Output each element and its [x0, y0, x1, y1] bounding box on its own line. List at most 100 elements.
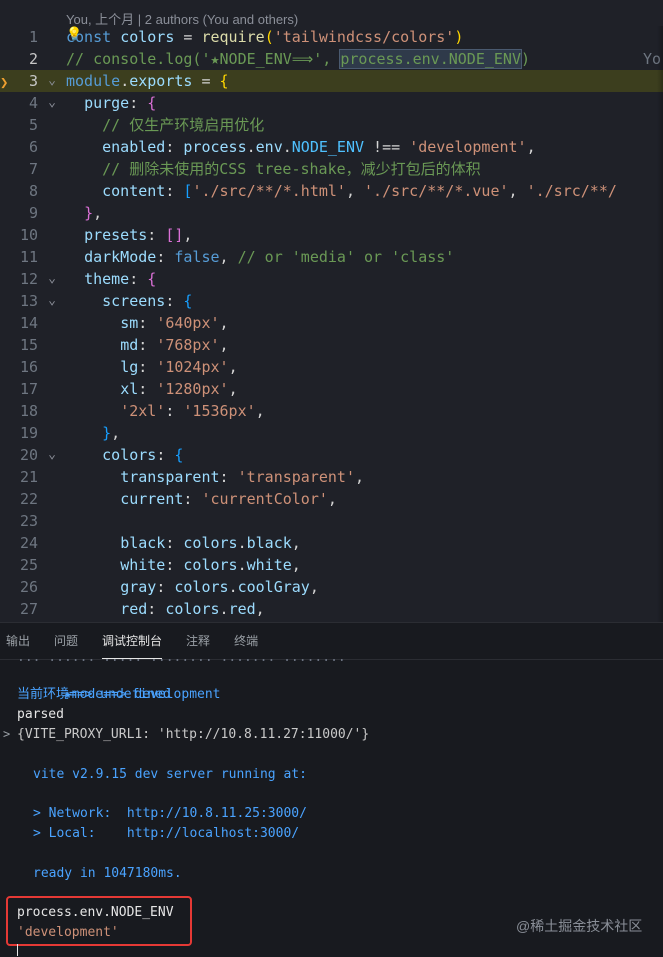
code-line[interactable]: 20 ⌄ colors: { [0, 444, 663, 466]
line-number: 11 [19, 248, 38, 266]
code-line[interactable]: 1 const colors = require('tailwindcss/col… [0, 26, 663, 48]
console-vite-line: vite v2.9.15 dev server running at: [33, 767, 307, 782]
code-text: screens: { [102, 292, 193, 310]
console-env-line: 当前环境==> undefined [17, 687, 171, 702]
code-text: }, [84, 204, 103, 222]
code-line[interactable]: 8 content: ['./src/**/*.html', './src/**… [0, 180, 663, 202]
panel-tab-3[interactable]: 注释 [186, 623, 210, 659]
code-line[interactable]: 4 ⌄ purge: { [0, 92, 663, 114]
code-line[interactable]: 22 current: 'currentColor', [0, 488, 663, 510]
line-number: 25 [19, 556, 38, 574]
line-number: 12 [19, 270, 38, 288]
code-editor[interactable]: You, 上个月 | 2 authors (You and others) 1c… [0, 0, 663, 622]
line-number: 15 [19, 336, 38, 354]
line-number: 22 [19, 490, 38, 508]
code-text: purge: { [84, 94, 157, 112]
code-text: md: '768px', [120, 336, 229, 354]
code-text: xl: '1280px', [120, 380, 238, 398]
code-text: colors: { [102, 446, 184, 464]
scroll-shadow [657, 26, 663, 622]
console-proxy-object[interactable]: {VITE_PROXY_URL1: 'http://10.8.11.27:110… [17, 725, 369, 745]
line-number: 27 [19, 600, 38, 618]
chevron-right-icon[interactable]: > [3, 727, 10, 741]
line-number: 10 [19, 226, 38, 244]
console-local-line[interactable]: > Local: http://localhost:3000/ [33, 824, 299, 844]
code-line[interactable]: 16 lg: '1024px', [0, 356, 663, 378]
line-number: 19 [19, 424, 38, 442]
console-mode-line: ★mode==> development [17, 665, 221, 702]
code-line[interactable]: 15 md: '768px', [0, 334, 663, 356]
line-number: 24 [19, 534, 38, 552]
code-line[interactable]: 13 ⌄ screens: { [0, 290, 663, 312]
line-number: 13 [19, 292, 38, 310]
code-text: content: ['./src/**/*.html', './src/**/*… [102, 182, 617, 200]
code-line[interactable]: 18 '2xl': '1536px', [0, 400, 663, 422]
code-line[interactable]: 25 white: colors.white, [0, 554, 663, 576]
line-number: 6 [28, 138, 38, 156]
code-line[interactable]: 3 ⌄ ❯ module.exports = { [0, 70, 663, 92]
line-number: 17 [19, 380, 38, 398]
line-number: 26 [19, 578, 38, 596]
line-number: 14 [19, 314, 38, 332]
code-line[interactable]: 7 // 删除未使用的CSS tree-shake，减少打包后的体积 [0, 158, 663, 180]
fold-chevron-icon[interactable]: ⌄ [44, 70, 60, 92]
console-parsed: parsed [17, 707, 64, 722]
line-number: 4 [28, 94, 38, 112]
code-text: black: colors.black, [120, 534, 301, 552]
code-text: // 仅生产环境启用优化 [102, 116, 265, 134]
fold-chevron-icon[interactable]: ⌄ [44, 92, 60, 114]
code-text: lg: '1024px', [120, 358, 238, 376]
code-text: presets: [], [84, 226, 193, 244]
code-line[interactable]: 23 [0, 510, 663, 532]
fold-chevron-icon[interactable]: ⌄ [44, 290, 60, 312]
code-line[interactable]: 21 transparent: 'transparent', [0, 466, 663, 488]
fold-chevron-icon[interactable]: ⌄ [44, 444, 60, 466]
editor-lines[interactable]: 1 const colors = require('tailwindcss/col… [0, 26, 663, 620]
code-line[interactable]: 2 // console.log('★NODE_ENV⟹', process.en… [0, 48, 663, 70]
code-text: white: colors.white, [120, 556, 301, 574]
console-network-line[interactable]: > Network: http://10.8.11.25:3000/ [33, 804, 307, 824]
code-line[interactable]: 14 sm: '640px', [0, 312, 663, 334]
line-number: 23 [19, 512, 38, 530]
line-number: 8 [28, 182, 38, 200]
code-line[interactable]: 19 }, [0, 422, 663, 444]
code-text: module.exports = { [66, 72, 229, 90]
code-line[interactable]: 24 black: colors.black, [0, 532, 663, 554]
code-line[interactable]: 26 gray: colors.coolGray, [0, 576, 663, 598]
code-text: transparent: 'transparent', [120, 468, 365, 486]
code-line[interactable]: 12 ⌄ theme: { [0, 268, 663, 290]
highlight-box [6, 896, 192, 946]
panel-tab-1[interactable]: 问题 [54, 623, 78, 659]
code-text: const colors = require('tailwindcss/colo… [66, 28, 464, 46]
panel-tab-4[interactable]: 终端 [234, 623, 258, 659]
code-line[interactable]: 9 }, [0, 202, 663, 224]
line-number: 9 [28, 204, 38, 222]
code-line[interactable]: 17 xl: '1280px', [0, 378, 663, 400]
code-text: '2xl': '1536px', [120, 402, 265, 420]
lightbulb-icon[interactable]: 💡 [66, 24, 82, 46]
code-line[interactable]: 27 red: colors.red, [0, 598, 663, 620]
code-line[interactable]: 11 darkMode: false, // or 'media' or 'cl… [0, 246, 663, 268]
breakpoint-arrow-icon[interactable]: ❯ [0, 72, 8, 94]
panel-tab-2[interactable]: 调试控制台 [102, 623, 163, 659]
code-text: red: colors.red, [120, 600, 265, 618]
line-number: 2 [28, 50, 38, 68]
panel-tab-0[interactable]: 输出 [6, 623, 30, 659]
line-number: 20 [19, 446, 38, 464]
code-text: }, [102, 424, 121, 442]
line-number: 16 [19, 358, 38, 376]
fold-chevron-icon[interactable]: ⌄ [44, 268, 60, 290]
line-number: 21 [19, 468, 38, 486]
console-ready-line: ready in 1047180ms. [33, 866, 182, 881]
code-text: sm: '640px', [120, 314, 229, 332]
code-line[interactable]: 10 presets: [], [0, 224, 663, 246]
code-line[interactable]: 5 // 仅生产环境启用优化 [0, 114, 663, 136]
code-text: // 删除未使用的CSS tree-shake，减少打包后的体积 [102, 160, 481, 178]
code-text: current: 'currentColor', [120, 490, 337, 508]
code-text: gray: colors.coolGray, [120, 578, 319, 596]
code-text: enabled: process.env.NODE_ENV !== 'devel… [102, 138, 536, 156]
console-input-caret[interactable] [17, 944, 18, 956]
line-number: 18 [19, 402, 38, 420]
code-line[interactable]: 6 enabled: process.env.NODE_ENV !== 'dev… [0, 136, 663, 158]
code-text: // console.log('★NODE_ENV⟹', process.env… [66, 49, 531, 69]
